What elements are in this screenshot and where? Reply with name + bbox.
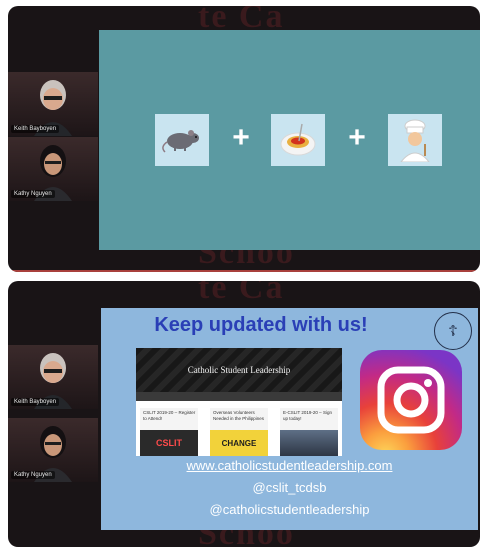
participant-name: Keith Bayboyen (11, 125, 60, 133)
shared-slide: Keep updated with us! ☦ Catholic Student… (101, 308, 478, 530)
video-call-panel-bottom: te Ca Schoo Keith Bayboyen Kathy Nguyen … (8, 281, 480, 547)
plus-sign: + (232, 121, 250, 154)
website-nav-bar (136, 392, 342, 401)
website-header: Catholic Student Leadership (136, 348, 342, 392)
card-image (280, 430, 338, 456)
card-image: CSLIT (140, 430, 198, 456)
website-card: E-CSLIT 2019-20 – Sign up today! (280, 408, 338, 456)
participant-tile[interactable]: Kathy Nguyen (8, 418, 98, 482)
instagram-icon (360, 350, 462, 450)
chef-icon (388, 114, 442, 166)
participant-name: Kathy Nguyen (11, 471, 55, 479)
divider-line (8, 270, 480, 272)
social-handle: @catholicstudentleadership (209, 502, 370, 517)
website-title: Catholic Student Leadership (187, 365, 291, 375)
participant-tile[interactable]: Keith Bayboyen (8, 345, 98, 409)
social-handle: @cslit_tcdsb (252, 480, 327, 495)
spaghetti-icon (271, 114, 325, 166)
website-preview: Catholic Student Leadership CSLIT 2019-2… (136, 348, 342, 456)
shared-slide: + + (99, 30, 480, 250)
school-board-logo-icon: ☦ (434, 312, 472, 350)
slide-headline: Keep updated with us! (154, 314, 368, 336)
participant-tile[interactable]: Keith Bayboyen (8, 72, 98, 136)
background-sign-text: te Ca (198, 281, 285, 306)
plus-sign: + (348, 121, 366, 154)
participant-name: Keith Bayboyen (11, 398, 60, 406)
website-card: CSLIT 2019-20 – Register to Attend! CSLI… (140, 408, 198, 456)
rat-icon (155, 114, 209, 166)
participant-name: Kathy Nguyen (11, 190, 55, 198)
card-image: CHANGE (210, 430, 268, 456)
participant-tile[interactable]: Kathy Nguyen (8, 137, 98, 201)
website-card: Overseas Volunteers Needed in the Philip… (210, 408, 268, 456)
card-title: Overseas Volunteers Needed in the Philip… (213, 410, 265, 421)
website-link[interactable]: www.catholicstudentleadership.com (101, 458, 478, 473)
card-title: CSLIT 2019-20 – Register to Attend! (143, 410, 196, 421)
card-title: E-CSLIT 2019-20 – Sign up today! (283, 410, 332, 421)
video-call-panel-top: te Ca Schoo Keith Bayboyen Kathy Nguyen (8, 6, 480, 272)
